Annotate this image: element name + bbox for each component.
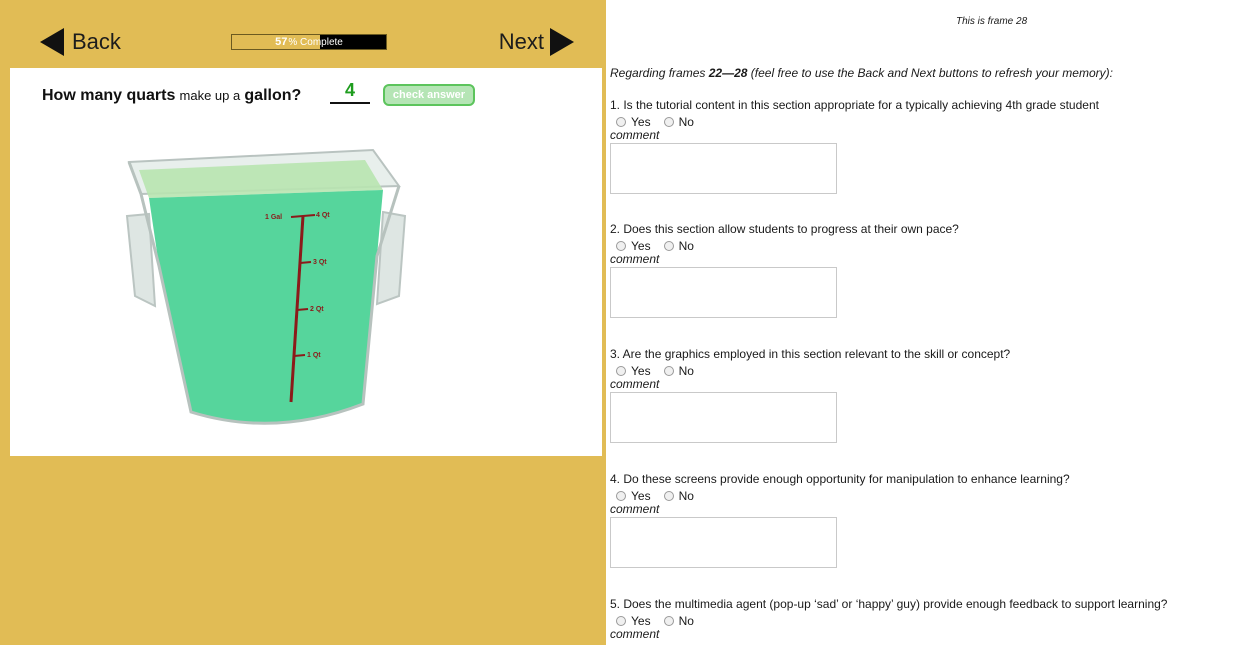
q2-yes-radio[interactable] xyxy=(616,240,626,251)
q5-yes-radio[interactable] xyxy=(616,615,626,626)
next-button[interactable]: Next xyxy=(499,28,574,56)
q4-yes-radio[interactable] xyxy=(616,490,626,501)
q4-yes-label: Yes xyxy=(631,488,651,503)
tick-2qt xyxy=(296,308,309,311)
survey-question-5: 5. Does the multimedia agent (pop-up ‘sa… xyxy=(610,597,1252,641)
back-label: Back xyxy=(72,29,121,54)
q4-no-label: No xyxy=(678,488,694,503)
survey-panel: This is frame 28 Regarding frames 22—28 … xyxy=(610,0,1252,645)
intro-prefix: Regarding frames xyxy=(610,66,706,80)
q5-yes-label: Yes xyxy=(631,613,651,628)
question-part3: gallon? xyxy=(244,87,302,104)
question-4-options: Yes No xyxy=(610,488,1252,503)
q2-yes-label: Yes xyxy=(631,238,651,253)
back-arrow-icon xyxy=(40,28,64,56)
q1-no-label: No xyxy=(678,114,694,129)
q2-no-radio[interactable] xyxy=(663,240,674,251)
q3-yes-label: Yes xyxy=(631,363,651,378)
check-answer-button[interactable]: check answer xyxy=(383,84,475,106)
q5-no-label: No xyxy=(678,613,694,628)
question-3-text: 3. Are the graphics employed in this sec… xyxy=(610,347,1011,361)
mark-3qt: 3 Qt xyxy=(313,259,327,266)
q1-comment-label: comment xyxy=(610,128,660,142)
tutorial-content: How many quarts make up a gallon? check … xyxy=(10,68,602,456)
q5-comment-label: comment xyxy=(610,627,660,641)
tick-1qt xyxy=(293,354,306,357)
question-2-text: 2. Does this section allow students to p… xyxy=(610,222,959,236)
survey-intro: Regarding frames 22—28 (feel free to use… xyxy=(610,66,1113,80)
survey-question-2: 2. Does this section allow students to p… xyxy=(610,222,1252,318)
intro-suffix: (feel free to use the Back and Next butt… xyxy=(750,66,1113,80)
question-2-options: Yes No xyxy=(610,238,1252,253)
q3-comment-label: comment xyxy=(610,377,660,391)
q1-yes-radio[interactable] xyxy=(616,116,626,127)
q1-comment-box[interactable] xyxy=(610,143,837,194)
q4-no-radio[interactable] xyxy=(663,490,674,501)
mark-gal: 1 Gal xyxy=(265,214,282,221)
intro-frames: 22—28 xyxy=(708,66,748,80)
survey-question-1: 1. Is the tutorial content in this secti… xyxy=(610,98,1252,194)
tutorial-panel: Back 57 % Complete Next How many quarts … xyxy=(0,0,606,645)
survey-question-4: 4. Do these screens provide enough oppor… xyxy=(610,472,1252,568)
question-1-text: 1. Is the tutorial content in this secti… xyxy=(610,98,1099,112)
question-part1: How many quarts xyxy=(42,87,176,104)
next-arrow-icon xyxy=(550,28,574,56)
next-label: Next xyxy=(498,29,544,54)
question-part2: make up a xyxy=(179,88,241,103)
question-4-text: 4. Do these screens provide enough oppor… xyxy=(610,472,1070,486)
q4-comment-label: comment xyxy=(610,502,660,516)
survey-question-3: 3. Are the graphics employed in this sec… xyxy=(610,347,1252,443)
q2-comment-box[interactable] xyxy=(610,267,837,318)
back-button[interactable]: Back xyxy=(40,28,121,56)
q5-no-radio[interactable] xyxy=(663,615,674,626)
q3-no-label: No xyxy=(678,363,694,378)
q3-comment-box[interactable] xyxy=(610,392,837,443)
q1-no-radio[interactable] xyxy=(663,116,674,127)
gallon-container-image: 1 Gal 4 Qt 3 Qt 2 Qt 1 Qt xyxy=(125,148,407,425)
q1-yes-label: Yes xyxy=(631,114,651,129)
answer-input[interactable] xyxy=(330,78,370,104)
right-handle xyxy=(375,210,407,306)
question-5-options: Yes No xyxy=(610,613,1252,628)
q3-no-radio[interactable] xyxy=(663,365,674,376)
question-text: How many quarts make up a gallon? xyxy=(42,87,301,105)
frame-label: This is frame 28 xyxy=(956,16,1028,27)
question-5-text: 5. Does the multimedia agent (pop-up ‘sa… xyxy=(610,597,1168,611)
q2-no-label: No xyxy=(678,238,694,253)
progress-suffix: % Complete xyxy=(288,36,343,48)
tick-3qt xyxy=(299,261,312,264)
progress-text: 57 % Complete xyxy=(232,35,386,49)
mark-1qt: 1 Qt xyxy=(307,352,321,359)
q3-yes-radio[interactable] xyxy=(616,365,626,376)
q4-comment-box[interactable] xyxy=(610,517,837,568)
mark-2qt: 2 Qt xyxy=(310,306,324,313)
progress-percent: 57 xyxy=(275,36,288,48)
q2-comment-label: comment xyxy=(610,252,660,266)
progress-bar: 57 % Complete xyxy=(231,34,387,50)
mark-4qt: 4 Qt xyxy=(316,212,330,219)
question-1-options: Yes No xyxy=(610,114,1252,129)
question-3-options: Yes No xyxy=(610,363,1252,378)
